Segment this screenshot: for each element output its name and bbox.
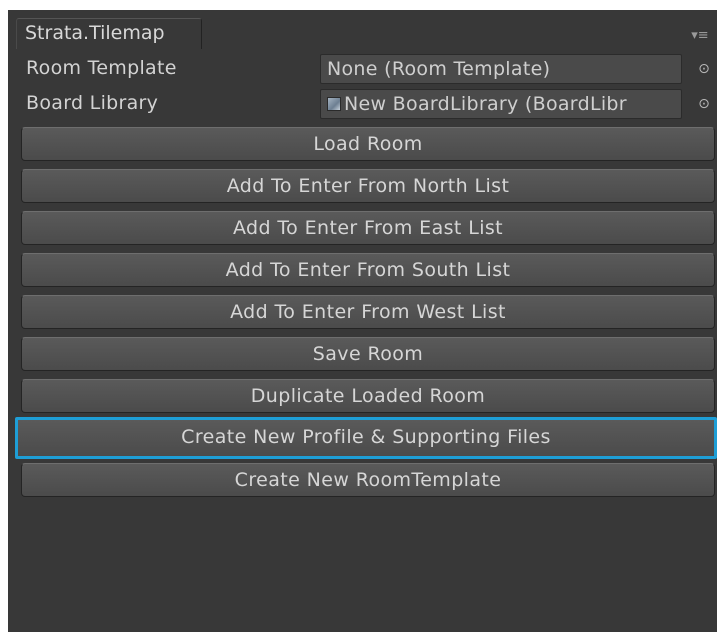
create-new-profile-button[interactable]: Create New Profile & Supporting Files: [15, 417, 717, 459]
create-new-roomtemplate-button[interactable]: Create New RoomTemplate: [21, 463, 715, 497]
room-template-value: None (Room Template): [327, 58, 551, 80]
board-library-field[interactable]: New BoardLibrary (BoardLibr: [320, 89, 682, 119]
load-room-button[interactable]: Load Room: [21, 127, 715, 161]
tab-menu-icon[interactable]: ▾≡: [689, 28, 711, 44]
duplicate-loaded-room-button[interactable]: Duplicate Loaded Room: [21, 379, 715, 413]
add-to-enter-from-east-list-button[interactable]: Add To Enter From East List: [21, 211, 715, 245]
add-to-enter-from-south-list-button[interactable]: Add To Enter From South List: [21, 253, 715, 287]
add-to-enter-from-north-list-button[interactable]: Add To Enter From North List: [21, 169, 715, 203]
room-template-field[interactable]: None (Room Template): [320, 54, 682, 84]
board-library-label: Board Library: [26, 92, 159, 114]
object-picker-icon[interactable]: ⊙: [696, 54, 712, 84]
editor-window: Strata.Tilemap ▾≡ Room Template None (Ro…: [0, 0, 717, 632]
save-room-button[interactable]: Save Room: [21, 337, 715, 371]
tab-strata-tilemap[interactable]: Strata.Tilemap: [16, 18, 202, 49]
room-template-label: Room Template: [26, 57, 177, 79]
board-library-asset-icon: [327, 97, 341, 111]
object-picker-icon[interactable]: ⊙: [696, 89, 712, 119]
tab-title: Strata.Tilemap: [25, 22, 165, 44]
add-to-enter-from-west-list-button[interactable]: Add To Enter From West List: [21, 295, 715, 329]
board-library-value: New BoardLibrary (BoardLibr: [344, 93, 627, 115]
